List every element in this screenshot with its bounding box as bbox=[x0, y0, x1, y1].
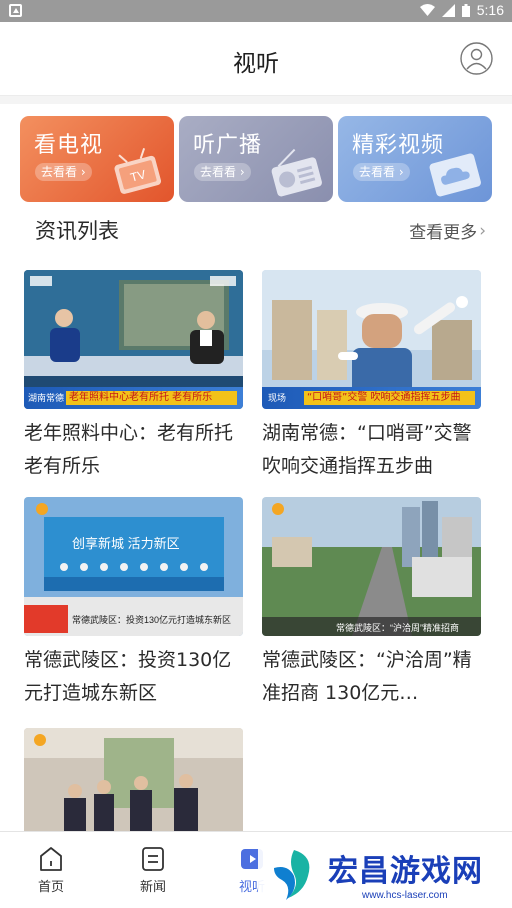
city-aerial-image bbox=[262, 497, 481, 636]
signal-icon bbox=[441, 3, 455, 17]
banner-text: 创享新城 活力新区 bbox=[72, 536, 180, 551]
chevron-right-icon: › bbox=[479, 220, 486, 241]
page-title: 视听 bbox=[233, 51, 279, 77]
nav-news-label: 新闻 bbox=[139, 880, 166, 895]
watermark-title: 宏昌游戏网 bbox=[328, 854, 483, 889]
app-header: 视听 bbox=[0, 22, 512, 96]
news-thumbnail[interactable]: 湖南常德 老年照料中心老有所托 老有所乐 bbox=[24, 270, 243, 409]
status-bar: 5:16 bbox=[0, 0, 512, 22]
ticker-text: “口哨哥”交警 吹响交通指挥五步曲 bbox=[304, 391, 475, 405]
listen-radio-go-button[interactable]: 去看看 › bbox=[194, 163, 251, 181]
status-time: 5:16 bbox=[476, 2, 504, 18]
news-item[interactable]: 湖南常德 老年照料中心老有所托 老有所乐 老年照料中心：老有所托 老有所乐 bbox=[24, 270, 243, 483]
caption-strip: 常德武陵区：投资130亿元打造城东新区 bbox=[72, 615, 232, 625]
view-more-link[interactable]: 查看更多 › bbox=[409, 218, 486, 244]
news-item[interactable]: 常德武陵区：“沪洽周”精准招商 常德武陵区：“沪洽周”精准招商 130亿元… bbox=[262, 497, 481, 710]
notification-icon bbox=[9, 4, 22, 17]
watch-tv-go-label: 去看看 bbox=[41, 165, 78, 179]
home-icon bbox=[40, 847, 62, 871]
radio-icon bbox=[271, 148, 322, 197]
news-list-heading: 资讯列表 bbox=[35, 219, 119, 243]
ticker-tag: 现场 bbox=[268, 393, 287, 403]
listen-radio-title: 听广播 bbox=[193, 133, 263, 158]
tv-icon: TV bbox=[114, 148, 162, 194]
news-title: 常德武陵区：投资130亿元打造城东新区 bbox=[24, 649, 232, 704]
watch-tv-card[interactable]: 看电视 去看看 › TV bbox=[20, 116, 174, 202]
news-title: 湖南常德：“口哨哥”交警 吹响交通指挥五步曲 bbox=[262, 422, 472, 477]
wifi-icon bbox=[419, 4, 435, 16]
watermark-url: www.hcs-laser.com bbox=[362, 890, 448, 901]
watch-tv-go-button[interactable]: 去看看 › bbox=[35, 163, 92, 181]
news-icon bbox=[142, 847, 164, 871]
listen-radio-go-label: 去看看 bbox=[200, 165, 237, 179]
news-thumbnail[interactable]: 常德武陵区：“沪洽周”精准招商 bbox=[262, 497, 481, 636]
ticker-text: 老年照料中心老有所托 老有所乐 bbox=[66, 391, 237, 405]
video-cloud-icon bbox=[429, 153, 481, 197]
header-divider bbox=[0, 96, 512, 104]
news-ticker-bar: 湖南常德 老年照料中心老有所托 老有所乐 bbox=[24, 387, 243, 409]
nav-home[interactable]: 首页 bbox=[21, 846, 81, 895]
category-cards: 看电视 去看看 › TV 听广播 去看看 › 精彩视频 去看看 › bbox=[20, 116, 492, 202]
watermark: 宏昌游戏网 www.hcs-laser.com bbox=[258, 838, 512, 908]
watermark-logo-icon bbox=[274, 850, 310, 900]
user-avatar-icon[interactable] bbox=[460, 42, 493, 75]
news-item[interactable]: 创享新城 活力新区 常德武陵区：投资130亿元打造城东新区 常德武陵区：投资13… bbox=[24, 497, 243, 710]
news-item[interactable]: 现场 “口哨哥”交警 吹响交通指挥五步曲 湖南常德：“口哨哥”交警 吹响交通指挥… bbox=[262, 270, 481, 483]
nav-home-label: 首页 bbox=[37, 880, 64, 895]
watch-tv-title: 看电视 bbox=[34, 133, 104, 158]
news-thumbnail[interactable]: 现场 “口哨哥”交警 吹响交通指挥五步曲 bbox=[262, 270, 481, 409]
ticker-tag: 湖南常德 bbox=[28, 393, 65, 403]
news-title: 老年照料中心：老有所托 老有所乐 bbox=[24, 422, 234, 477]
featured-video-card[interactable]: 精彩视频 去看看 › bbox=[338, 116, 492, 202]
featured-video-go-label: 去看看 bbox=[359, 165, 396, 179]
news-thumbnail[interactable]: 创享新城 活力新区 常德武陵区：投资130亿元打造城东新区 bbox=[24, 497, 243, 636]
caption-strip: 常德武陵区：“沪洽周”精准招商 bbox=[336, 623, 459, 633]
view-more-label: 查看更多 bbox=[409, 223, 478, 243]
news-title: 常德武陵区：“沪洽周”精准招商 130亿元… bbox=[262, 649, 472, 704]
battery-icon bbox=[461, 3, 470, 17]
nav-news[interactable]: 新闻 bbox=[123, 846, 183, 895]
listen-radio-card[interactable]: 听广播 去看看 › bbox=[179, 116, 333, 202]
featured-video-go-button[interactable]: 去看看 › bbox=[353, 163, 410, 181]
news-ticker-bar: 现场 “口哨哥”交警 吹响交通指挥五步曲 bbox=[262, 387, 481, 409]
